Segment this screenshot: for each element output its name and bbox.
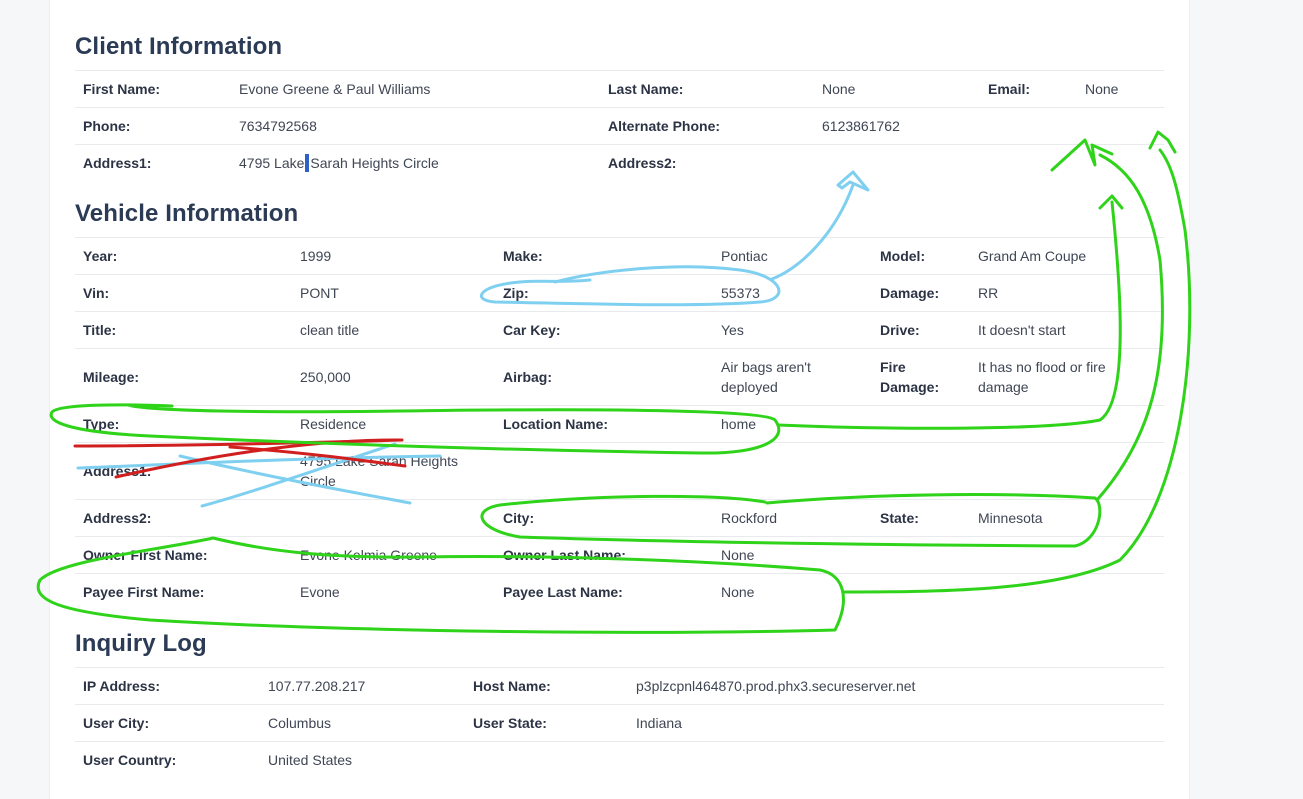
user-state-value: Indiana bbox=[628, 704, 1164, 742]
zip-label: Zip: bbox=[495, 274, 713, 312]
vehicle-address1-label: Address1: bbox=[75, 442, 292, 500]
table-row: Owner First Name: Evone Kelmia Greene Ow… bbox=[75, 536, 1164, 574]
email-value: None bbox=[1077, 70, 1164, 108]
model-label: Model: bbox=[872, 237, 970, 275]
address1-value: 4795 Lake Sarah Heights Circle bbox=[231, 144, 600, 182]
state-value: Minnesota bbox=[970, 499, 1164, 537]
city-label: City: bbox=[495, 499, 713, 537]
table-row: Payee First Name: Evone Payee Last Name:… bbox=[75, 573, 1164, 611]
table-row: Phone: 7634792568 Alternate Phone: 61238… bbox=[75, 107, 1164, 145]
host-name-value: p3plzcpnl464870.prod.phx3.secureserver.n… bbox=[628, 667, 1164, 705]
table-row: Mileage: 250,000 Airbag: Air bags aren't… bbox=[75, 348, 1164, 406]
fire-damage-label: Fire Damage: bbox=[872, 348, 970, 406]
email-label: Email: bbox=[980, 70, 1077, 108]
address1-text-before-cursor: 4795 Lake bbox=[239, 155, 305, 172]
airbag-label: Airbag: bbox=[495, 348, 713, 406]
ip-address-label: IP Address: bbox=[75, 667, 260, 705]
address1-label: Address1: bbox=[75, 144, 231, 182]
address2-label: Address2: bbox=[600, 144, 814, 182]
payee-last-name-label: Payee Last Name: bbox=[495, 573, 713, 611]
make-value: Pontiac bbox=[713, 237, 872, 275]
table-row: First Name: Evone Greene & Paul Williams… bbox=[75, 70, 1164, 108]
phone-value: 7634792568 bbox=[231, 107, 600, 145]
city-value: Rockford bbox=[713, 499, 872, 537]
ip-address-value: 107.77.208.217 bbox=[260, 667, 465, 705]
user-city-value: Columbus bbox=[260, 704, 465, 742]
payee-first-name-label: Payee First Name: bbox=[75, 573, 292, 611]
damage-label: Damage: bbox=[872, 274, 970, 312]
owner-first-name-label: Owner First Name: bbox=[75, 536, 292, 574]
year-value: 1999 bbox=[292, 237, 495, 275]
make-label: Make: bbox=[495, 237, 713, 275]
mileage-value: 250,000 bbox=[292, 348, 495, 406]
owner-last-name-value: None bbox=[713, 536, 872, 574]
inquiry-log-table: IP Address: 107.77.208.217 Host Name: p3… bbox=[75, 667, 1164, 779]
address2-value bbox=[814, 144, 980, 182]
host-name-label: Host Name: bbox=[465, 667, 628, 705]
alt-phone-label: Alternate Phone: bbox=[600, 107, 814, 145]
inquiry-log-heading: Inquiry Log bbox=[75, 630, 207, 657]
vehicle-address1-value: 4795 Lake Sarah Heights Circle bbox=[292, 442, 495, 500]
vehicle-address2-label: Address2: bbox=[75, 499, 292, 537]
table-row: Title: clean title Car Key: Yes Drive: I… bbox=[75, 311, 1164, 349]
year-label: Year: bbox=[75, 237, 292, 275]
title-value: clean title bbox=[292, 311, 495, 349]
damage-value: RR bbox=[970, 274, 1164, 312]
mileage-label: Mileage: bbox=[75, 348, 292, 406]
first-name-label: First Name: bbox=[75, 70, 231, 108]
text-cursor bbox=[305, 154, 310, 173]
model-value: Grand Am Coupe bbox=[970, 237, 1164, 275]
table-row: User Country: United States bbox=[75, 741, 1164, 779]
car-key-label: Car Key: bbox=[495, 311, 713, 349]
table-row: IP Address: 107.77.208.217 Host Name: p3… bbox=[75, 667, 1164, 705]
table-row: Year: 1999 Make: Pontiac Model: Grand Am… bbox=[75, 237, 1164, 275]
table-row: Address2: City: Rockford State: Minnesot… bbox=[75, 499, 1164, 537]
first-name-value: Evone Greene & Paul Williams bbox=[231, 70, 600, 108]
table-row: Vin: PONT Zip: 55373 Damage: RR bbox=[75, 274, 1164, 312]
vin-value: PONT bbox=[292, 274, 495, 312]
vehicle-address2-value bbox=[292, 499, 495, 537]
table-row: Address1: 4795 Lake Sarah Heights Circle bbox=[75, 442, 1164, 500]
drive-value: It doesn't start bbox=[970, 311, 1164, 349]
vehicle-info-heading: Vehicle Information bbox=[75, 200, 299, 227]
table-row: User City: Columbus User State: Indiana bbox=[75, 704, 1164, 742]
user-country-label: User Country: bbox=[75, 741, 260, 779]
vin-label: Vin: bbox=[75, 274, 292, 312]
table-row: Address1: 4795 Lake Sarah Heights Circle … bbox=[75, 144, 1164, 182]
vehicle-info-table: Year: 1999 Make: Pontiac Model: Grand Am… bbox=[75, 237, 1164, 611]
type-label: Type: bbox=[75, 405, 292, 443]
location-name-value: home bbox=[713, 405, 872, 443]
table-row: Type: Residence Location Name: home bbox=[75, 405, 1164, 443]
payee-first-name-value: Evone bbox=[292, 573, 495, 611]
client-info-table: First Name: Evone Greene & Paul Williams… bbox=[75, 70, 1164, 182]
owner-last-name-label: Owner Last Name: bbox=[495, 536, 713, 574]
state-label: State: bbox=[872, 499, 970, 537]
user-state-label: User State: bbox=[465, 704, 628, 742]
title-label: Title: bbox=[75, 311, 292, 349]
fire-damage-value: It has no flood or fire damage bbox=[970, 348, 1164, 406]
last-name-value: None bbox=[814, 70, 980, 108]
user-city-label: User City: bbox=[75, 704, 260, 742]
client-info-heading: Client Information bbox=[75, 33, 283, 60]
location-name-label: Location Name: bbox=[495, 405, 713, 443]
owner-first-name-value: Evone Kelmia Greene bbox=[292, 536, 495, 574]
type-value: Residence bbox=[292, 405, 495, 443]
car-key-value: Yes bbox=[713, 311, 872, 349]
payee-last-name-value: None bbox=[713, 573, 872, 611]
airbag-value: Air bags aren't deployed bbox=[713, 348, 872, 406]
user-country-value: United States bbox=[260, 741, 465, 779]
drive-label: Drive: bbox=[872, 311, 970, 349]
address1-text-after-cursor: Sarah Heights Circle bbox=[310, 155, 439, 172]
phone-label: Phone: bbox=[75, 107, 231, 145]
zip-value: 55373 bbox=[713, 274, 872, 312]
last-name-label: Last Name: bbox=[600, 70, 814, 108]
alt-phone-value: 6123861762 bbox=[814, 107, 980, 145]
